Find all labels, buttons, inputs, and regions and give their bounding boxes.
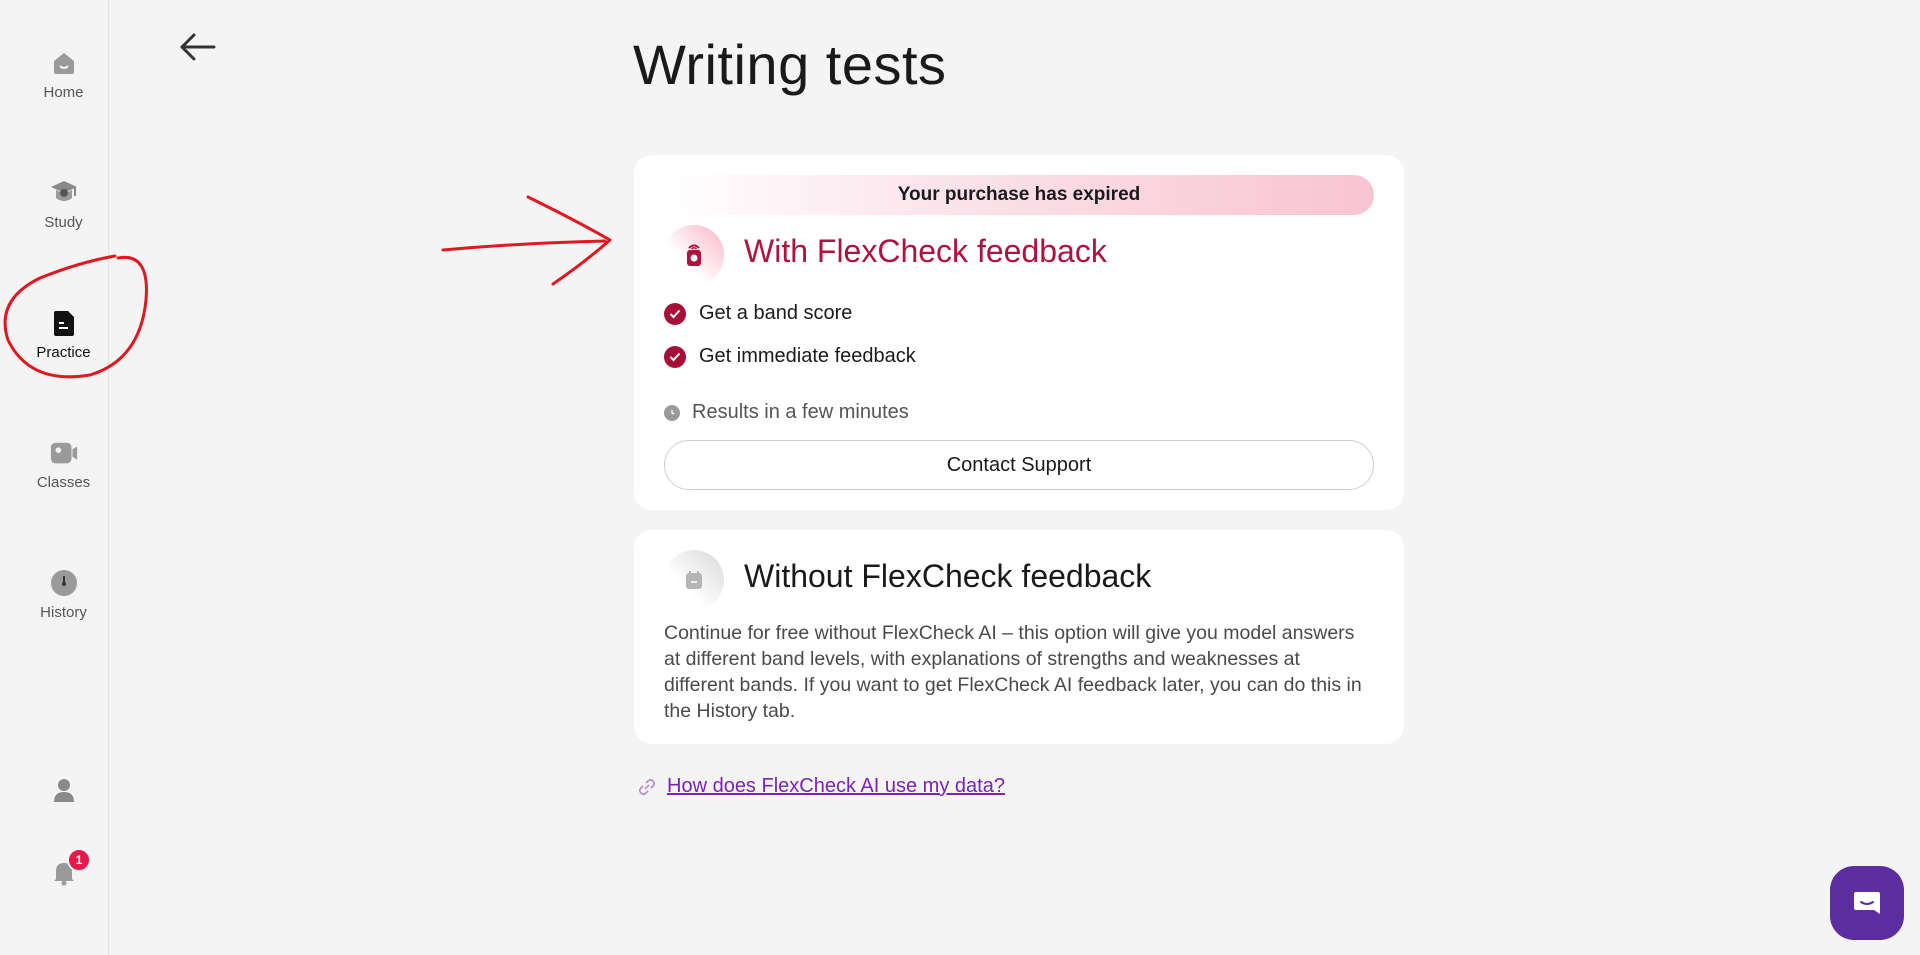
clock-icon: [664, 404, 680, 421]
profile-button[interactable]: [18, 775, 109, 805]
sidebar-item-history[interactable]: History: [18, 568, 109, 621]
flexcheck-icon: [664, 225, 724, 285]
annotation-arrowhead: [526, 195, 612, 286]
page-title: Writing tests: [633, 33, 947, 96]
notifications-button[interactable]: 1: [18, 848, 109, 888]
chat-button[interactable]: [1830, 866, 1904, 940]
sidebar-item-label: History: [40, 604, 87, 621]
sidebar: Home Study Practice Classes History 1: [18, 0, 109, 955]
notification-badge: 1: [67, 848, 91, 872]
sidebar-item-label: Classes: [36, 474, 91, 491]
arrow-left-icon: [180, 33, 216, 61]
without-flexcheck-title: Without FlexCheck feedback: [744, 558, 1152, 594]
sidebar-item-classes[interactable]: Classes: [18, 438, 109, 491]
feature-item: Get a band score: [664, 302, 852, 325]
link-icon: [638, 778, 656, 795]
contact-support-button[interactable]: Contact Support: [664, 440, 1374, 490]
annotation-arrow: [441, 239, 607, 252]
sidebar-item-label: Study: [44, 214, 83, 231]
checkmark-icon: [664, 345, 686, 368]
sidebar-item-study[interactable]: Study: [18, 178, 109, 231]
expired-banner: Your purchase has expired: [664, 175, 1374, 215]
calendar-icon: [664, 550, 724, 610]
without-flexcheck-description: Continue for free without FlexCheck AI –…: [664, 622, 1362, 722]
chat-icon: [1854, 892, 1880, 914]
sidebar-item-practice[interactable]: Practice: [18, 308, 109, 361]
sidebar-item-home[interactable]: Home: [18, 48, 109, 101]
without-flexcheck-card[interactable]: Without FlexCheck feedback Continue for …: [634, 530, 1404, 744]
checkmark-icon: [664, 302, 686, 325]
user-icon: [49, 775, 79, 805]
with-flexcheck-card[interactable]: Your purchase has expired With FlexCheck…: [634, 155, 1404, 510]
video-camera-icon: [49, 438, 79, 468]
feature-label: Get a band score: [699, 302, 853, 324]
document-icon: [49, 308, 79, 338]
with-flexcheck-title: With FlexCheck feedback: [744, 233, 1107, 269]
home-icon: [49, 48, 79, 78]
sidebar-item-label: Practice: [36, 344, 91, 361]
feature-label: Get immediate feedback: [699, 345, 916, 367]
results-text: Results in a few minutes: [692, 401, 909, 423]
data-usage-link-label[interactable]: How does FlexCheck AI use my data?: [667, 775, 1005, 798]
sidebar-item-label: Home: [43, 84, 84, 101]
results-time: Results in a few minutes: [664, 401, 909, 424]
feature-item: Get immediate feedback: [664, 345, 916, 368]
data-usage-link[interactable]: How does FlexCheck AI use my data?: [637, 775, 1005, 798]
clock-icon: [49, 568, 79, 598]
graduation-cap-icon: [49, 178, 79, 208]
back-button[interactable]: [178, 30, 218, 64]
